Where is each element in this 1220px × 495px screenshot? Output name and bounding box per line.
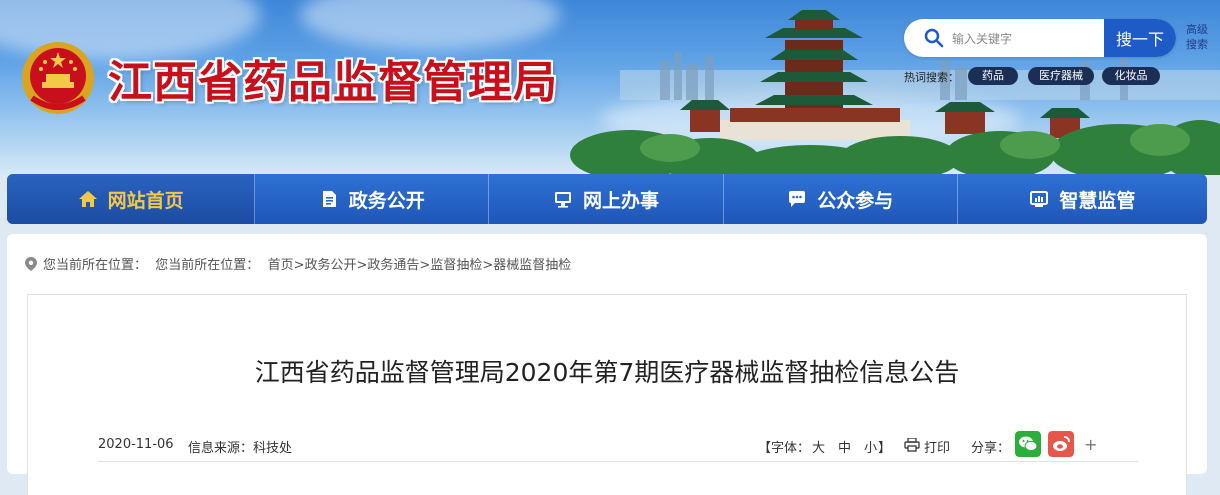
- breadcrumb-link-notices[interactable]: 政务通告: [367, 258, 419, 273]
- article-date: 2020-11-06: [98, 437, 174, 452]
- document-icon: [322, 191, 336, 207]
- search-icon: [924, 28, 944, 48]
- site-title[interactable]: 江西省药品监督管理局: [108, 46, 558, 110]
- breadcrumb-separator: >: [482, 258, 494, 273]
- font-size-large-button[interactable]: 大: [812, 437, 825, 456]
- search-input[interactable]: [950, 19, 1104, 57]
- font-label: 【字体：: [758, 441, 811, 456]
- advanced-search-link[interactable]: 高级搜索: [1182, 22, 1212, 52]
- nav-item-label: 公众参与: [817, 189, 894, 212]
- nav-item-government-affairs[interactable]: 政务公开: [255, 174, 490, 224]
- national-emblem-icon: [22, 42, 94, 114]
- source-value: 科技处: [253, 441, 293, 456]
- printer-icon[interactable]: [904, 438, 920, 452]
- font-size-medium-button[interactable]: 中: [838, 437, 851, 456]
- hotwords-label: 热词搜索：: [904, 71, 959, 84]
- nav-item-online-services[interactable]: 网上办事: [489, 174, 724, 224]
- nav-item-label: 智慧监管: [1059, 189, 1136, 212]
- font-label-close: 】: [878, 441, 892, 456]
- main-nav: 网站首页 政务公开 网上办事 公众参与 智慧监管: [7, 174, 1207, 224]
- wechat-icon[interactable]: [1015, 431, 1041, 457]
- hotword-tag-drugs[interactable]: 药品: [968, 67, 1018, 85]
- cloud-decoration: [300, 0, 560, 50]
- meta-divider: [98, 461, 1138, 462]
- monitor-icon: [554, 192, 571, 208]
- location-pin-icon: [25, 257, 37, 271]
- chat-icon: [789, 191, 806, 207]
- share-more-button[interactable]: +: [1084, 435, 1097, 454]
- source-label: 信息来源：: [188, 441, 254, 456]
- content-panel: 您当前所在位置： 您当前所在位置： 首页>政务公开>政务通告>监督抽检>器械监督…: [7, 234, 1207, 495]
- font-size-small-button[interactable]: 小: [864, 437, 877, 456]
- hotword-tag-medical-devices[interactable]: 医疗器械: [1028, 67, 1094, 85]
- nav-item-label: 网上办事: [582, 189, 659, 212]
- search-box: 搜一下: [904, 19, 1176, 57]
- breadcrumb-separator: >: [356, 258, 368, 273]
- breadcrumb-prefix: 您当前所在位置：: [43, 258, 148, 273]
- nav-item-home[interactable]: 网站首页: [7, 174, 256, 224]
- nav-item-label: 政务公开: [348, 189, 425, 212]
- breadcrumb-link-device-sampling[interactable]: 器械监督抽检: [493, 258, 571, 273]
- article-container: 江西省药品监督管理局2020年第7期医疗器械监督抽检信息公告 2020-11-0…: [27, 294, 1187, 495]
- home-icon: [78, 191, 97, 207]
- nav-item-public-participation[interactable]: 公众参与: [724, 174, 958, 224]
- breadcrumb-separator: >: [293, 258, 305, 273]
- breadcrumb-link-sampling[interactable]: 监督抽检: [430, 258, 482, 273]
- print-button[interactable]: 打印: [924, 437, 950, 456]
- breadcrumb-link-government-affairs[interactable]: 政务公开: [304, 258, 356, 273]
- breadcrumb: 您当前所在位置： 您当前所在位置： 首页>政务公开>政务通告>监督抽检>器械监督…: [25, 254, 571, 273]
- article-source: 信息来源：科技处: [188, 437, 292, 456]
- search-button[interactable]: 搜一下: [1104, 19, 1176, 57]
- hotword-tag-cosmetics[interactable]: 化妆品: [1102, 67, 1160, 85]
- breadcrumb-link-home[interactable]: 首页: [268, 258, 294, 273]
- breadcrumb-prefix: 您当前所在位置：: [155, 258, 260, 273]
- share-label: 分享：: [971, 441, 1011, 456]
- breadcrumb-separator: >: [419, 258, 431, 273]
- nav-item-label: 网站首页: [107, 189, 184, 212]
- nav-item-smart-supervision[interactable]: 智慧监管: [958, 174, 1207, 224]
- article-title: 江西省药品监督管理局2020年第7期医疗器械监督抽检信息公告: [254, 358, 960, 387]
- site-header: 江西省药品监督管理局 搜一下 高级搜索 热词搜索： 药品 医疗器械 化妆品: [0, 0, 1220, 175]
- weibo-icon[interactable]: [1048, 431, 1074, 457]
- dashboard-icon: [1030, 191, 1049, 207]
